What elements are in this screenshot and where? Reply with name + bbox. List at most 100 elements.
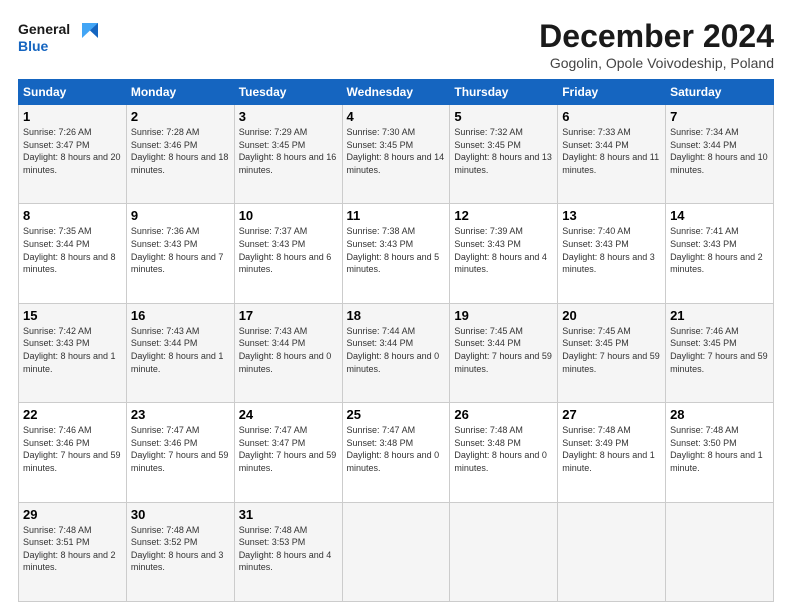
- col-sunday: Sunday: [19, 80, 127, 105]
- list-item: 10 Sunrise: 7:37 AMSunset: 3:43 PMDaylig…: [234, 204, 342, 303]
- month-title: December 2024: [539, 18, 774, 55]
- list-item: 27 Sunrise: 7:48 AMSunset: 3:49 PMDaylig…: [558, 403, 666, 502]
- cell-content: Sunrise: 7:48 AMSunset: 3:49 PMDaylight:…: [562, 424, 661, 474]
- cell-content: Sunrise: 7:42 AMSunset: 3:43 PMDaylight:…: [23, 325, 122, 375]
- cell-content: Sunrise: 7:41 AMSunset: 3:43 PMDaylight:…: [670, 225, 769, 275]
- calendar-table: Sunday Monday Tuesday Wednesday Thursday…: [18, 79, 774, 602]
- day-number: 8: [23, 208, 122, 223]
- empty-cell: [450, 502, 558, 601]
- day-number: 15: [23, 308, 122, 323]
- list-item: 16 Sunrise: 7:43 AMSunset: 3:44 PMDaylig…: [126, 303, 234, 402]
- list-item: 1 Sunrise: 7:26 AMSunset: 3:47 PMDayligh…: [19, 105, 127, 204]
- cell-content: Sunrise: 7:34 AMSunset: 3:44 PMDaylight:…: [670, 126, 769, 176]
- table-row: 29 Sunrise: 7:48 AMSunset: 3:51 PMDaylig…: [19, 502, 774, 601]
- day-number: 24: [239, 407, 338, 422]
- day-number: 7: [670, 109, 769, 124]
- cell-content: Sunrise: 7:48 AMSunset: 3:51 PMDaylight:…: [23, 524, 122, 574]
- col-tuesday: Tuesday: [234, 80, 342, 105]
- table-row: 8 Sunrise: 7:35 AMSunset: 3:44 PMDayligh…: [19, 204, 774, 303]
- list-item: 12 Sunrise: 7:39 AMSunset: 3:43 PMDaylig…: [450, 204, 558, 303]
- list-item: 28 Sunrise: 7:48 AMSunset: 3:50 PMDaylig…: [666, 403, 774, 502]
- day-number: 28: [670, 407, 769, 422]
- table-row: 1 Sunrise: 7:26 AMSunset: 3:47 PMDayligh…: [19, 105, 774, 204]
- list-item: 15 Sunrise: 7:42 AMSunset: 3:43 PMDaylig…: [19, 303, 127, 402]
- day-number: 1: [23, 109, 122, 124]
- title-area: December 2024 Gogolin, Opole Voivodeship…: [539, 18, 774, 71]
- list-item: 2 Sunrise: 7:28 AMSunset: 3:46 PMDayligh…: [126, 105, 234, 204]
- list-item: 20 Sunrise: 7:45 AMSunset: 3:45 PMDaylig…: [558, 303, 666, 402]
- list-item: 3 Sunrise: 7:29 AMSunset: 3:45 PMDayligh…: [234, 105, 342, 204]
- page: General Blue December 2024 Gogolin, Opol…: [0, 0, 792, 612]
- day-number: 4: [347, 109, 446, 124]
- day-number: 14: [670, 208, 769, 223]
- day-number: 11: [347, 208, 446, 223]
- cell-content: Sunrise: 7:30 AMSunset: 3:45 PMDaylight:…: [347, 126, 446, 176]
- cell-content: Sunrise: 7:45 AMSunset: 3:44 PMDaylight:…: [454, 325, 553, 375]
- day-number: 20: [562, 308, 661, 323]
- cell-content: Sunrise: 7:48 AMSunset: 3:50 PMDaylight:…: [670, 424, 769, 474]
- col-saturday: Saturday: [666, 80, 774, 105]
- cell-content: Sunrise: 7:47 AMSunset: 3:47 PMDaylight:…: [239, 424, 338, 474]
- cell-content: Sunrise: 7:47 AMSunset: 3:46 PMDaylight:…: [131, 424, 230, 474]
- day-number: 6: [562, 109, 661, 124]
- day-number: 13: [562, 208, 661, 223]
- list-item: 14 Sunrise: 7:41 AMSunset: 3:43 PMDaylig…: [666, 204, 774, 303]
- list-item: 6 Sunrise: 7:33 AMSunset: 3:44 PMDayligh…: [558, 105, 666, 204]
- list-item: 31 Sunrise: 7:48 AMSunset: 3:53 PMDaylig…: [234, 502, 342, 601]
- cell-content: Sunrise: 7:37 AMSunset: 3:43 PMDaylight:…: [239, 225, 338, 275]
- day-number: 10: [239, 208, 338, 223]
- cell-content: Sunrise: 7:43 AMSunset: 3:44 PMDaylight:…: [131, 325, 230, 375]
- list-item: 29 Sunrise: 7:48 AMSunset: 3:51 PMDaylig…: [19, 502, 127, 601]
- calendar: Sunday Monday Tuesday Wednesday Thursday…: [18, 79, 774, 602]
- cell-content: Sunrise: 7:29 AMSunset: 3:45 PMDaylight:…: [239, 126, 338, 176]
- header: General Blue December 2024 Gogolin, Opol…: [18, 18, 774, 71]
- day-number: 18: [347, 308, 446, 323]
- list-item: 7 Sunrise: 7:34 AMSunset: 3:44 PMDayligh…: [666, 105, 774, 204]
- cell-content: Sunrise: 7:39 AMSunset: 3:43 PMDaylight:…: [454, 225, 553, 275]
- empty-cell: [666, 502, 774, 601]
- list-item: 13 Sunrise: 7:40 AMSunset: 3:43 PMDaylig…: [558, 204, 666, 303]
- logo-area: General Blue: [18, 18, 98, 63]
- day-number: 31: [239, 507, 338, 522]
- list-item: 18 Sunrise: 7:44 AMSunset: 3:44 PMDaylig…: [342, 303, 450, 402]
- empty-cell: [342, 502, 450, 601]
- cell-content: Sunrise: 7:45 AMSunset: 3:45 PMDaylight:…: [562, 325, 661, 375]
- day-number: 21: [670, 308, 769, 323]
- day-number: 19: [454, 308, 553, 323]
- table-row: 22 Sunrise: 7:46 AMSunset: 3:46 PMDaylig…: [19, 403, 774, 502]
- day-number: 30: [131, 507, 230, 522]
- day-number: 2: [131, 109, 230, 124]
- cell-content: Sunrise: 7:28 AMSunset: 3:46 PMDaylight:…: [131, 126, 230, 176]
- cell-content: Sunrise: 7:48 AMSunset: 3:48 PMDaylight:…: [454, 424, 553, 474]
- list-item: 26 Sunrise: 7:48 AMSunset: 3:48 PMDaylig…: [450, 403, 558, 502]
- day-number: 9: [131, 208, 230, 223]
- cell-content: Sunrise: 7:32 AMSunset: 3:45 PMDaylight:…: [454, 126, 553, 176]
- list-item: 9 Sunrise: 7:36 AMSunset: 3:43 PMDayligh…: [126, 204, 234, 303]
- cell-content: Sunrise: 7:47 AMSunset: 3:48 PMDaylight:…: [347, 424, 446, 474]
- logo: General Blue: [18, 18, 98, 63]
- header-row: Sunday Monday Tuesday Wednesday Thursday…: [19, 80, 774, 105]
- col-friday: Friday: [558, 80, 666, 105]
- day-number: 22: [23, 407, 122, 422]
- col-monday: Monday: [126, 80, 234, 105]
- cell-content: Sunrise: 7:40 AMSunset: 3:43 PMDaylight:…: [562, 225, 661, 275]
- list-item: 25 Sunrise: 7:47 AMSunset: 3:48 PMDaylig…: [342, 403, 450, 502]
- cell-content: Sunrise: 7:35 AMSunset: 3:44 PMDaylight:…: [23, 225, 122, 275]
- list-item: 8 Sunrise: 7:35 AMSunset: 3:44 PMDayligh…: [19, 204, 127, 303]
- cell-content: Sunrise: 7:33 AMSunset: 3:44 PMDaylight:…: [562, 126, 661, 176]
- day-number: 23: [131, 407, 230, 422]
- cell-content: Sunrise: 7:26 AMSunset: 3:47 PMDaylight:…: [23, 126, 122, 176]
- location: Gogolin, Opole Voivodeship, Poland: [539, 55, 774, 71]
- day-number: 27: [562, 407, 661, 422]
- cell-content: Sunrise: 7:48 AMSunset: 3:52 PMDaylight:…: [131, 524, 230, 574]
- list-item: 4 Sunrise: 7:30 AMSunset: 3:45 PMDayligh…: [342, 105, 450, 204]
- list-item: 19 Sunrise: 7:45 AMSunset: 3:44 PMDaylig…: [450, 303, 558, 402]
- list-item: 30 Sunrise: 7:48 AMSunset: 3:52 PMDaylig…: [126, 502, 234, 601]
- day-number: 17: [239, 308, 338, 323]
- day-number: 12: [454, 208, 553, 223]
- col-wednesday: Wednesday: [342, 80, 450, 105]
- cell-content: Sunrise: 7:38 AMSunset: 3:43 PMDaylight:…: [347, 225, 446, 275]
- day-number: 25: [347, 407, 446, 422]
- svg-text:General: General: [18, 21, 70, 37]
- table-row: 15 Sunrise: 7:42 AMSunset: 3:43 PMDaylig…: [19, 303, 774, 402]
